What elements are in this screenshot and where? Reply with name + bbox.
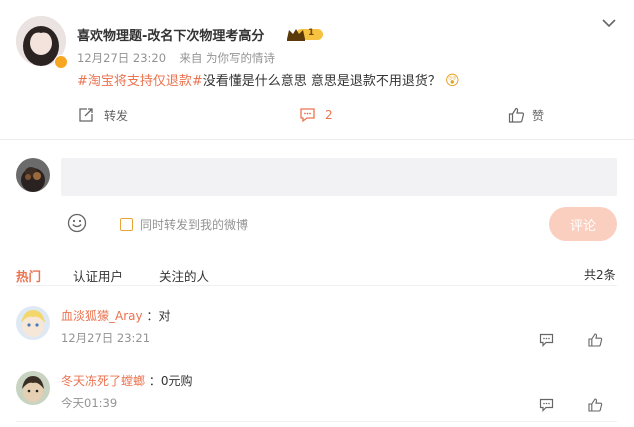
comment-input[interactable] xyxy=(61,158,617,196)
reply-icon[interactable] xyxy=(539,332,554,351)
comment-time: 今天01:39 xyxy=(61,396,118,410)
tab-following[interactable]: 关注的人 xyxy=(159,266,209,285)
commenter-avatar[interactable] xyxy=(16,371,50,405)
repost-button[interactable]: 转发 xyxy=(78,106,128,124)
comment-text: ：0元购 xyxy=(148,374,193,388)
commenter-name[interactable]: 冬天冻死了螳螂 xyxy=(61,374,145,388)
comment-count: 2 xyxy=(325,108,333,122)
post-source[interactable]: 来自 为你写的情诗 xyxy=(179,51,275,65)
level-number: 1 xyxy=(308,28,315,38)
post-text: 没看懂是什么意思 意思是退款不用退货？ xyxy=(202,74,441,89)
reply-icon[interactable] xyxy=(539,397,554,416)
comment-like-icon[interactable] xyxy=(588,397,603,416)
author-name[interactable]: 喜欢物理题-改名下次物理考高分 xyxy=(77,25,264,44)
divider xyxy=(0,139,634,140)
verified-badge xyxy=(54,55,68,69)
tab-underline xyxy=(16,285,617,286)
comment-icon xyxy=(299,107,316,123)
submit-comment-label: 评论 xyxy=(569,218,596,234)
expand-menu-icon[interactable] xyxy=(602,13,616,32)
tab-hot[interactable]: 热门 xyxy=(16,266,41,285)
commenter-avatar[interactable] xyxy=(16,306,50,340)
comments-total: 共2条 xyxy=(584,268,616,282)
post-meta: 12月27日 23:20 来自 为你写的情诗 xyxy=(77,50,275,66)
hashtag-link[interactable]: #淘宝将支持仅退款# xyxy=(77,74,203,89)
surprised-emoji: 😲 xyxy=(444,73,460,89)
post-content: #淘宝将支持仅退款#没看懂是什么意思 意思是退款不用退货？ 😲 xyxy=(77,70,460,89)
comment-like-icon[interactable] xyxy=(588,332,603,351)
like-label: 赞 xyxy=(532,108,545,123)
also-repost-label: 同时转发到我的微博 xyxy=(140,218,249,232)
also-repost-checkbox[interactable] xyxy=(120,218,133,231)
tab-verified-users[interactable]: 认证用户 xyxy=(73,266,123,285)
submit-comment-button[interactable]: 评论 xyxy=(549,207,617,241)
comment-time: 12月27日 23:21 xyxy=(61,331,151,345)
repost-label: 转发 xyxy=(104,108,129,123)
vip-crown-badge[interactable]: 1 xyxy=(286,27,324,42)
emoji-picker-icon[interactable] xyxy=(67,213,87,237)
comment-button[interactable]: 2 xyxy=(299,106,333,124)
list-item: 冬天冻死了螳螂 ：0元购 xyxy=(61,372,192,389)
repost-icon xyxy=(78,107,94,123)
also-repost-option[interactable]: 同时转发到我的微博 xyxy=(120,216,248,233)
post-time[interactable]: 12月27日 23:20 xyxy=(77,51,166,65)
comment-text: ：对 xyxy=(146,309,171,323)
like-button[interactable]: 赞 xyxy=(508,106,544,124)
commenter-name[interactable]: 血淡狐獴_Aray xyxy=(61,309,143,323)
bottom-divider xyxy=(16,421,617,422)
my-avatar[interactable] xyxy=(16,158,50,192)
thumbs-up-icon xyxy=(508,107,525,123)
list-item: 血淡狐獴_Aray ：对 xyxy=(61,307,170,324)
